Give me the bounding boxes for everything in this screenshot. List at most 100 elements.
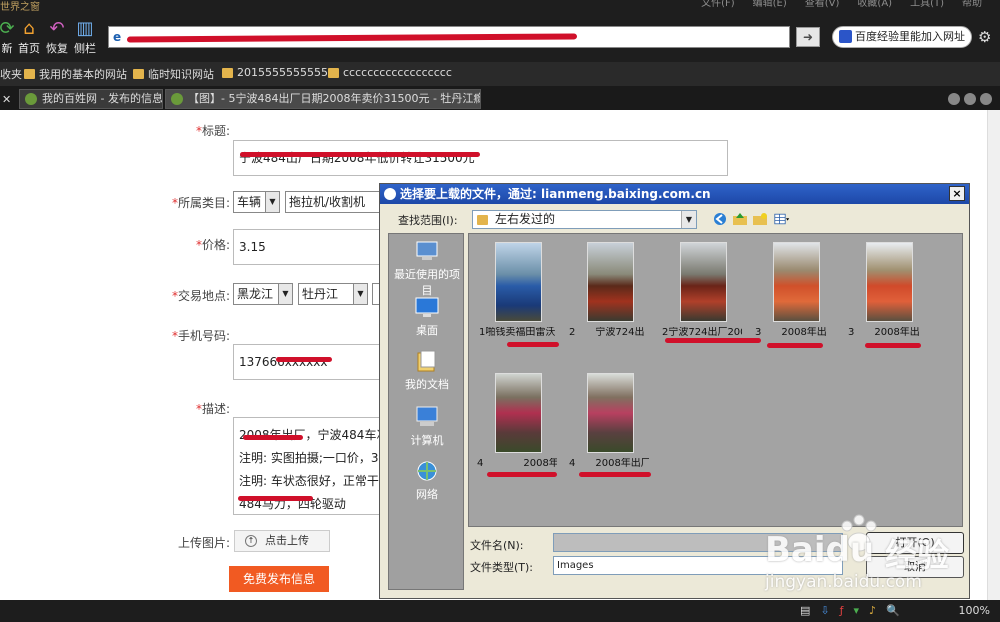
baidu-add-url-button[interactable]: 百度经验里能加入网址 <box>832 26 972 48</box>
file-thumbnail[interactable] <box>587 242 634 322</box>
computer-icon <box>416 406 438 426</box>
phone-input[interactable]: 137666xxxxxx <box>233 344 383 380</box>
download-icon[interactable]: ⇩ <box>820 604 829 617</box>
place-computer[interactable]: 计算机 <box>389 406 465 448</box>
redaction-mark <box>507 342 559 347</box>
menu-help[interactable]: 帮助 <box>962 0 982 10</box>
file-thumbnail[interactable] <box>495 242 542 322</box>
file-thumbnail[interactable] <box>587 373 634 453</box>
location-label: *交易地点: <box>171 289 230 303</box>
site-icon <box>25 93 37 105</box>
restore-button[interactable]: ↶ 恢复 <box>42 18 72 58</box>
title-input[interactable]: 宁波484出厂日期2008年低价转让31500元 <box>233 140 728 176</box>
tab-close-icon[interactable]: ✕ <box>2 93 11 106</box>
music-icon[interactable]: ♪ <box>869 604 876 617</box>
look-in-select[interactable]: 左右发过的 ▼ <box>472 210 697 229</box>
redaction-mark <box>865 343 921 348</box>
province-select[interactable]: 黑龙江 ▼ <box>233 283 293 305</box>
chevron-down-icon: ▼ <box>353 284 367 304</box>
home-button[interactable]: ⌂ 首页 <box>14 18 44 58</box>
redaction-mark <box>665 338 761 343</box>
redaction-mark <box>767 343 823 348</box>
fav-item-ccc[interactable]: cccccccccccccccccc <box>328 66 452 79</box>
file-name: 3 2008年出 <box>848 327 920 338</box>
tab-next-icon[interactable] <box>980 93 992 105</box>
folder-icon <box>133 69 144 79</box>
folder-icon <box>328 67 339 78</box>
up-folder-icon[interactable] <box>732 212 748 226</box>
folder-icon <box>477 215 488 225</box>
publish-button[interactable]: 免费发布信息 <box>229 566 329 592</box>
folder-icon <box>24 69 35 79</box>
menu-file[interactable]: 文件(F) <box>701 0 735 10</box>
menu-tools[interactable]: 工具(T) <box>910 0 944 10</box>
file-name: 3 2008年出 <box>755 327 827 338</box>
address-bar[interactable]: e <box>108 26 790 48</box>
title-label: *标题: <box>195 124 230 138</box>
redaction-mark <box>276 357 332 362</box>
site-icon <box>171 93 183 105</box>
file-name: 4 2008年 <box>477 458 557 469</box>
new-folder-icon[interactable] <box>752 212 768 226</box>
arrow-up-icon: ↑ <box>245 535 257 547</box>
category-select-1[interactable]: 车辆 ▼ <box>233 191 280 213</box>
sidebar-button[interactable]: ▥ 侧栏 <box>70 18 100 58</box>
tab-list-icon[interactable] <box>948 93 960 105</box>
tab-listing[interactable]: 【图】- 5宁波484出厂日期2008年卖价31500元 - 牡丹江瘾... <box>165 89 481 109</box>
description-label: *描述: <box>195 402 230 416</box>
place-network[interactable]: 网络 <box>389 460 465 502</box>
dialog-close-button[interactable]: × <box>949 186 965 201</box>
baidu-watermark: Baidu 经验 jingyan.baidu.com <box>755 512 995 598</box>
menu-edit[interactable]: 编辑(E) <box>753 0 787 10</box>
file-list: 1啪钱卖福田雷沃 2 宁波724出 2宁波724出厂2007 3 2008年出 … <box>468 233 963 527</box>
folder-icon <box>222 67 233 78</box>
back-icon[interactable] <box>712 212 728 226</box>
desktop-icon <box>415 297 439 317</box>
upload-button[interactable]: ↑ 点击上传 <box>234 530 330 552</box>
page-icon[interactable]: ▤ <box>800 604 810 617</box>
shield-icon[interactable]: ▾ <box>854 604 860 617</box>
network-icon <box>417 461 437 481</box>
book-icon: ▥ <box>76 18 94 39</box>
menu-favorites[interactable]: 收藏(A) <box>857 0 892 10</box>
look-in-label: 查找范围(I): <box>398 214 458 227</box>
chevron-down-icon: ▼ <box>681 211 696 228</box>
file-thumbnail[interactable] <box>495 373 542 453</box>
fav-item-2015[interactable]: 2015555555555 <box>222 66 328 79</box>
watermark-url: jingyan.baidu.com <box>765 572 922 592</box>
places-bar: 最近使用的项目 桌面 我的文档 计算机 网络 <box>388 233 464 590</box>
fav-item-basic-sites[interactable]: 我用的基本的网站 <box>24 66 127 82</box>
my-documents-icon <box>417 350 436 372</box>
place-recent[interactable]: 最近使用的项目 <box>389 240 465 298</box>
file-name-label: 文件名(N): <box>470 539 524 552</box>
dialog-icon <box>384 188 396 200</box>
redaction-mark <box>126 33 578 43</box>
settings-icon[interactable]: ⚙ <box>978 28 991 46</box>
view-menu-icon[interactable] <box>774 212 790 226</box>
fav-item-temp-sites[interactable]: 临时知识网站 <box>133 66 214 82</box>
app-title: 世界之窗 <box>0 2 40 13</box>
tab-my-baixing[interactable]: 我的百姓网 - 发布的信息 <box>19 89 163 109</box>
place-my-documents[interactable]: 我的文档 <box>389 350 465 392</box>
city-select[interactable]: 牡丹江 ▼ <box>298 283 368 305</box>
zoom-icon[interactable]: 🔍 <box>886 604 900 617</box>
menu-view[interactable]: 查看(V) <box>805 0 840 10</box>
zoom-level[interactable]: 100% <box>959 604 990 617</box>
file-thumbnail[interactable] <box>866 242 913 322</box>
file-thumbnail[interactable] <box>680 242 727 322</box>
tab-prev-icon[interactable] <box>964 93 976 105</box>
dialog-title-bar[interactable]: 选择要上载的文件，通过: lianmeng.baixing.com.cn <box>380 184 969 204</box>
baidu-icon <box>839 30 852 43</box>
upload-label: 上传图片: <box>177 536 230 550</box>
place-desktop[interactable]: 桌面 <box>389 296 465 338</box>
category-select-2[interactable]: 拖拉机/收割机 <box>285 191 385 213</box>
file-thumbnail[interactable] <box>773 242 820 322</box>
home-icon: ⌂ <box>23 18 35 39</box>
jingyan-text: 经验 <box>885 536 950 574</box>
chevron-down-icon: ▼ <box>265 192 279 212</box>
go-button[interactable]: ➜ <box>796 27 820 47</box>
script-icon[interactable]: ƒ <box>840 604 844 617</box>
page-icon: e <box>113 30 122 44</box>
status-icons: ▤ ⇩ ƒ ▾ ♪ 🔍 <box>800 604 900 617</box>
price-input[interactable]: 3.15 <box>233 229 383 265</box>
